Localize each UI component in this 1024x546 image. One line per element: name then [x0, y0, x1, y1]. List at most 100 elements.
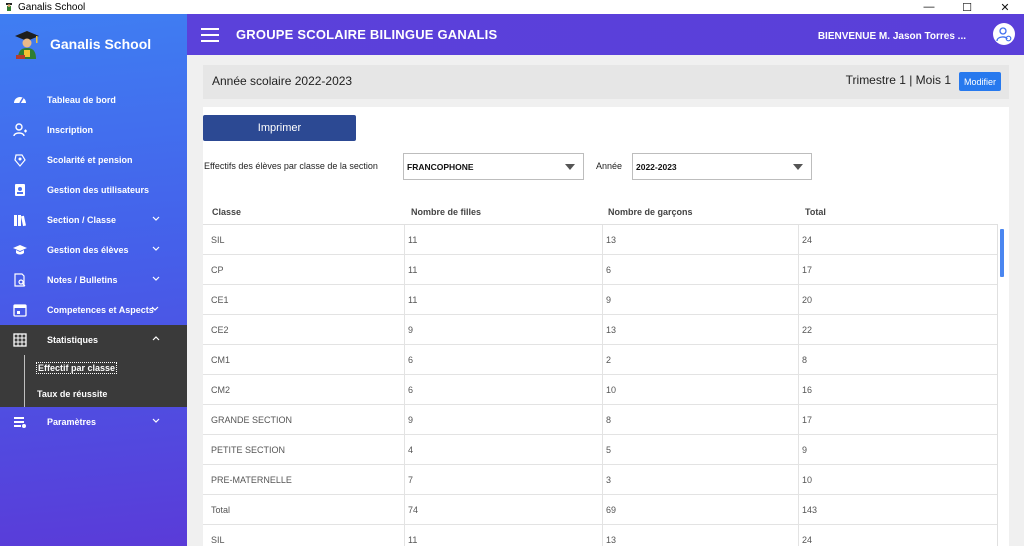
cell-garcons: 3 [602, 465, 798, 495]
school-year-bar: Année scolaire 2022-2023 Trimestre 1 | M… [203, 65, 1009, 99]
sidebar-item-label: Gestion des élèves [47, 245, 129, 255]
table-row: GRANDE SECTION 9 8 17 [203, 405, 997, 435]
cell-total: 17 [798, 255, 997, 285]
table-row: PRE-MATERNELLE 7 3 10 [203, 465, 997, 495]
sidebar-item-eleves[interactable]: Gestion des élèves [0, 235, 187, 265]
chevron-down-icon [151, 306, 159, 311]
column-header: Total [805, 207, 826, 217]
sidebar-item-notes[interactable]: Notes / Bulletins [0, 265, 187, 295]
chevron-down-icon [152, 276, 160, 281]
sidebar-item-dashboard[interactable]: Tableau de bord [0, 85, 187, 115]
year-select[interactable]: 2022-2023 [632, 153, 812, 180]
cell-garcons: 10 [602, 375, 798, 405]
chevron-down-icon [152, 216, 160, 221]
cell-total: 9 [798, 435, 997, 465]
statistiques-submenu: Effectif par classe Taux de réussite [0, 355, 187, 407]
settings-sliders-icon [14, 417, 26, 428]
user-settings-icon [996, 27, 1012, 42]
submenu-item-taux-reussite[interactable]: Taux de réussite [37, 389, 107, 399]
print-button[interactable]: Imprimer [203, 115, 356, 141]
period-label: Trimestre 1 | Mois 1 [845, 73, 951, 87]
sidebar-item-inscription[interactable]: Inscription [0, 115, 187, 145]
menu-toggle-icon[interactable] [201, 28, 219, 42]
table-scrollbar-thumb[interactable] [1000, 229, 1004, 277]
cell-total: 17 [798, 405, 997, 435]
column-header: Classe [212, 207, 242, 217]
chevron-down-icon [152, 418, 160, 423]
window-titlebar: Ganalis School — ☐ ✕ [0, 0, 1024, 14]
cell-classe: CE1 [211, 295, 229, 305]
cell-classe: Total [211, 505, 231, 515]
submenu-tree-line [24, 355, 25, 407]
sidebar-item-label: Tableau de bord [47, 95, 116, 105]
cell-garcons: 13 [602, 315, 798, 345]
table-row: SIL 11 13 24 [203, 225, 997, 255]
gauge-icon [14, 97, 26, 104]
cell-filles: 11 [404, 255, 602, 285]
cell-classe: CE2 [211, 325, 229, 335]
sidebar-item-label: Section / Classe [47, 215, 117, 225]
table-header: Classe Nombre de filles Nombre de garçon… [203, 199, 1009, 225]
cell-filles: 11 [404, 285, 602, 315]
close-button[interactable]: ✕ [988, 0, 1022, 14]
statistics-panel: Imprimer Effectifs des élèves par classe… [203, 107, 1009, 546]
cell-total: 24 [798, 225, 997, 255]
cell-total: 8 [798, 345, 997, 375]
modify-button[interactable]: Modifier [958, 72, 1001, 91]
school-year-label: Année scolaire 2022-2023 [212, 74, 353, 88]
cell-filles: 9 [404, 315, 602, 345]
cell-garcons: 13 [602, 225, 798, 255]
app-header: GROUPE SCOLAIRE BILINGUE GANALIS BIENVEN… [187, 14, 1024, 55]
caret-down-icon [565, 164, 575, 170]
sidebar-item-parametres[interactable]: Paramètres [0, 407, 187, 437]
column-header: Nombre de garçons [608, 207, 693, 217]
sidebar-item-label: Competences et Aspects [47, 305, 154, 315]
section-select[interactable]: FRANCOPHONE [403, 153, 584, 180]
cell-classe: PRE-MATERNELLE [211, 475, 292, 485]
table-row: CE2 9 13 22 [203, 315, 997, 345]
sidebar-item-section-classe[interactable]: Section / Classe [0, 205, 187, 235]
cell-filles: 11 [404, 225, 602, 255]
id-badge-icon [15, 184, 25, 196]
cell-garcons: 5 [602, 435, 798, 465]
graduate-logo-icon [15, 31, 39, 59]
sidebar-item-competences[interactable]: Competences et Aspects [0, 295, 187, 325]
sidebar-item-label: Gestion des utilisateurs [47, 185, 150, 195]
year-select-value: 2022-2023 [636, 162, 677, 172]
cell-classe: CM2 [211, 385, 231, 395]
main-content: Année scolaire 2022-2023 Trimestre 1 | M… [187, 55, 1024, 546]
sidebar-item-statistiques[interactable]: Statistiques [0, 325, 187, 355]
sidebar-item-label: Statistiques [47, 335, 99, 345]
app-logo-icon [6, 3, 12, 11]
org-name: GROUPE SCOLAIRE BILINGUE GANALIS [236, 27, 498, 42]
table-row: CP 11 6 17 [203, 255, 997, 285]
cell-total: 24 [798, 525, 997, 546]
sidebar-item-scolarite[interactable]: Scolarité et pension [0, 145, 187, 175]
chevron-up-icon [152, 336, 160, 341]
graduation-cap-icon [13, 245, 27, 255]
cell-total: 22 [798, 315, 997, 345]
cell-filles: 6 [404, 345, 602, 375]
welcome-user: BIENVENUE M. Jason Torres ... [817, 31, 966, 42]
caret-down-icon [793, 164, 803, 170]
cell-total: 10 [798, 465, 997, 495]
cell-classe: GRANDE SECTION [211, 415, 293, 425]
cell-filles: 4 [404, 435, 602, 465]
cell-classe: SIL [211, 235, 225, 245]
cell-garcons: 13 [602, 525, 798, 546]
table-grid-icon [13, 333, 27, 347]
user-avatar[interactable] [993, 23, 1015, 45]
statistics-table-body: SIL 11 13 24 CP 11 6 17 CE1 11 9 20 CE2 … [203, 224, 997, 546]
sidebar-item-users[interactable]: Gestion des utilisateurs [0, 175, 187, 205]
maximize-button[interactable]: ☐ [950, 0, 984, 14]
chevron-down-icon [152, 246, 160, 251]
year-filter-label: Année [596, 161, 623, 171]
cell-garcons: 2 [602, 345, 798, 375]
minimize-button[interactable]: — [912, 0, 946, 14]
sidebar-item-label: Scolarité et pension [47, 155, 133, 165]
books-icon [14, 215, 26, 227]
sidebar-item-label: Inscription [47, 125, 94, 135]
submenu-item-effectif[interactable]: Effectif par classe [35, 362, 118, 374]
cell-filles: 6 [404, 375, 602, 405]
section-filter-label: Effectifs des élèves par classe de la se… [204, 161, 378, 171]
